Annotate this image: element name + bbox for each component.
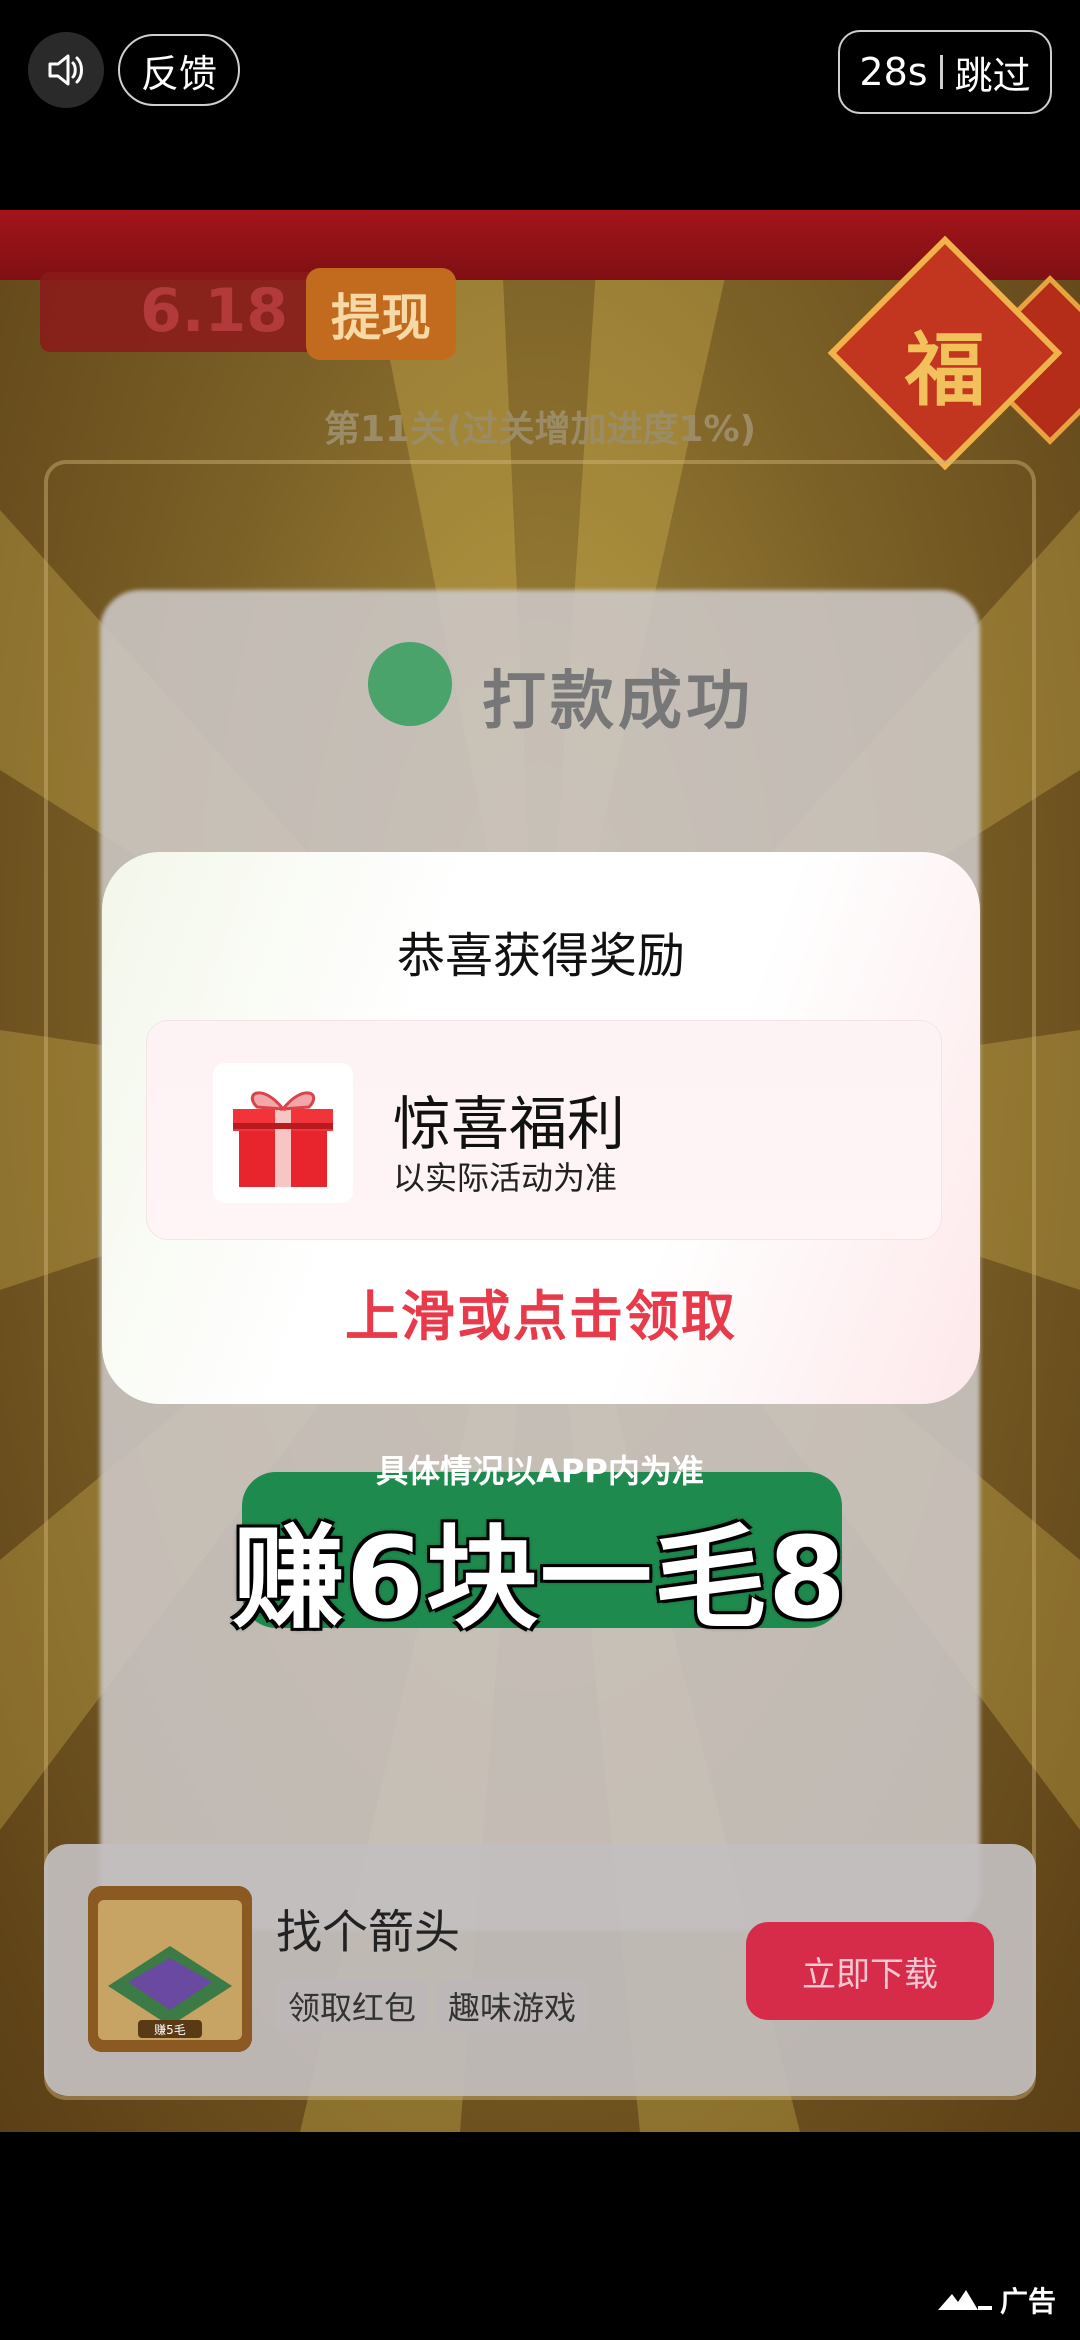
app-name: 找个箭头 <box>276 1905 460 1959</box>
payment-success-icon <box>368 642 452 726</box>
ad-top-bar: 反馈 28s 跳过 <box>0 0 1080 210</box>
earn-amount-banner: 赚6块一毛8 <box>232 1514 848 1644</box>
countdown-timer: 28s <box>859 50 928 94</box>
app-disclaimer: 具体情况以APP内为准 <box>376 1452 704 1490</box>
payment-success-title: 打款成功 <box>482 665 754 739</box>
reward-name: 惊喜福利 <box>393 1090 626 1158</box>
app-icon-caption: 赚5毛 <box>154 2022 186 2037</box>
volume-icon[interactable] <box>28 32 104 108</box>
download-button[interactable]: 立即下载 <box>746 1922 994 2020</box>
feedback-button[interactable]: 反馈 <box>118 34 240 106</box>
app-tag: 趣味游戏 <box>436 1980 589 2032</box>
reward-item[interactable]: 惊喜福利 以实际活动为准 <box>146 1020 942 1240</box>
reward-modal[interactable]: 恭喜获得奖励 惊喜福利 以实际活动为准 上滑或点击领取 <box>102 852 980 1404</box>
ad-label: 广告 <box>937 2280 1056 2320</box>
app-icon: 赚5毛 <box>88 1886 252 2052</box>
balance-amount: 6.18 <box>140 276 289 346</box>
withdraw-button: 提现 <box>306 268 456 360</box>
reward-subtitle: 以实际活动为准 <box>393 1159 618 1197</box>
divider <box>939 55 943 89</box>
ad-network-logo-icon <box>937 2290 992 2310</box>
app-download-card[interactable]: 赚5毛 找个箭头 领取红包 趣味游戏 立即下载 <box>44 1844 1036 2096</box>
app-tag: 领取红包 <box>276 1980 429 2032</box>
modal-title: 恭喜获得奖励 <box>396 928 685 984</box>
skip-button[interactable]: 28s 跳过 <box>838 30 1052 114</box>
skip-label: 跳过 <box>954 53 1031 98</box>
ad-label-text: 广告 <box>999 2285 1056 2318</box>
claim-button[interactable]: 上滑或点击领取 <box>102 1272 980 1351</box>
fu-character: 福 <box>905 323 985 417</box>
gift-icon <box>213 1063 353 1203</box>
